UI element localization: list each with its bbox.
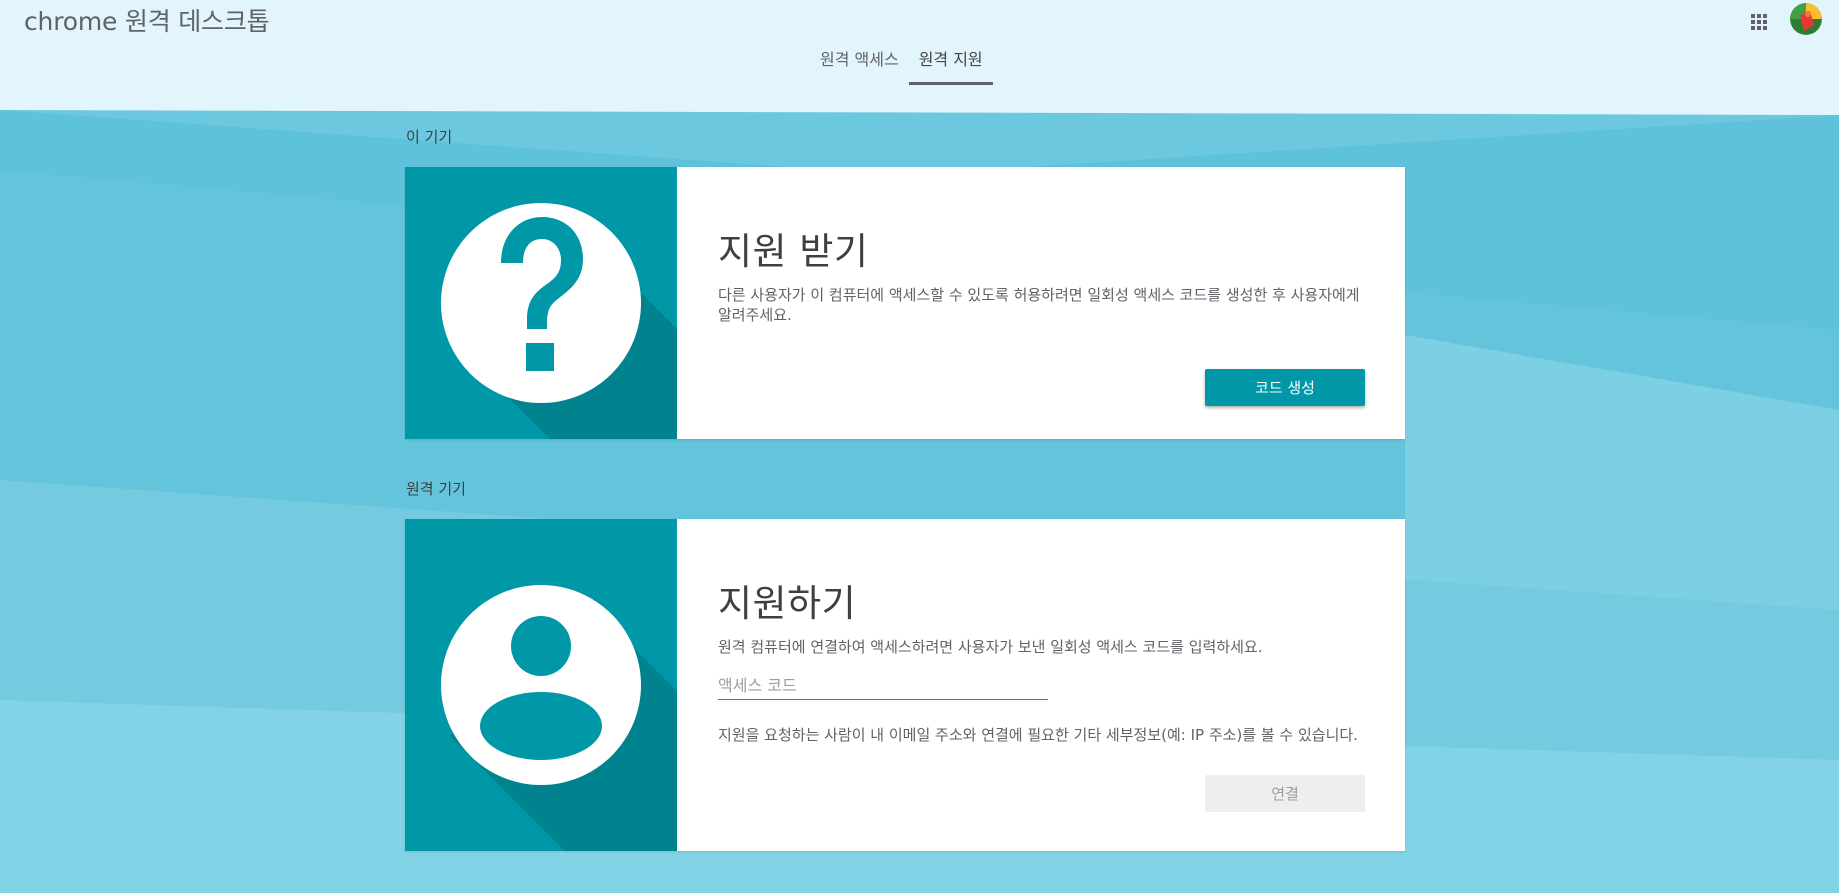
person-icon: [405, 519, 677, 851]
section-label-remote-device: 원격 기기: [406, 480, 466, 498]
card-illustration: [405, 167, 677, 439]
generate-code-button[interactable]: 코드 생성: [1205, 369, 1365, 406]
card-title: 지원하기: [718, 582, 857, 625]
app-title[interactable]: chrome 원격 데스크톱: [24, 2, 270, 38]
apps-grid-icon[interactable]: [1745, 8, 1773, 36]
card-description: 원격 컴퓨터에 연결하여 액세스하려면 사용자가 보낸 일회성 액세스 코드를 …: [718, 638, 1263, 656]
section-label-this-device: 이 기기: [406, 128, 453, 146]
get-support-card: 지원 받기 다른 사용자가 이 컴퓨터에 액세스할 수 있도록 허용하려면 일회…: [405, 167, 1405, 439]
privacy-note: 지원을 요청하는 사람이 내 이메일 주소와 연결에 필요한 기타 세부정보(예…: [718, 726, 1358, 744]
user-avatar-icon[interactable]: [1790, 3, 1822, 35]
card-illustration: [405, 519, 677, 851]
top-bar: chrome 원격 데스크톱 원격 액세스 원격 지원: [0, 0, 1839, 90]
tab-remote-support[interactable]: 원격 지원: [908, 50, 993, 86]
card-title: 지원 받기: [718, 230, 869, 273]
tab-bar: 원격 액세스 원격 지원: [810, 50, 993, 86]
card-description: 다른 사용자가 이 컴퓨터에 액세스할 수 있도록 허용하려면 일회성 액세스 …: [718, 286, 1360, 324]
help-question-icon: [405, 167, 677, 439]
give-support-card: 지원하기 원격 컴퓨터에 연결하여 액세스하려면 사용자가 보낸 일회성 액세스…: [405, 519, 1405, 851]
tab-remote-access[interactable]: 원격 액세스: [810, 50, 909, 86]
connect-button[interactable]: 연결: [1205, 775, 1365, 812]
access-code-input[interactable]: [718, 672, 1048, 700]
